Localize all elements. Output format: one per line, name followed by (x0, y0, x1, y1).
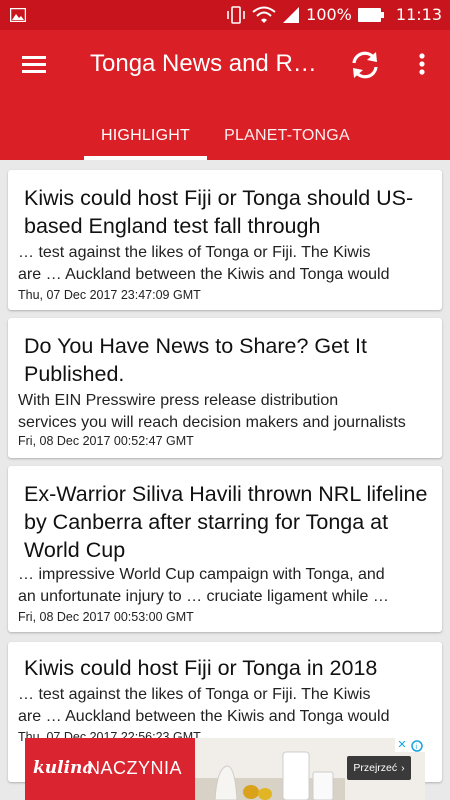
tab-bar: HIGHLIGHT PLANET-TONGA (0, 112, 450, 160)
status-bar: 100% 11:13 (0, 0, 450, 30)
tab-indicator (84, 156, 207, 160)
more-vert-icon (419, 53, 425, 75)
ad-product-image (195, 751, 345, 800)
article-date: Fri, 08 Dec 2017 00:53:00 GMT (18, 610, 194, 624)
vibrate-icon (227, 5, 245, 24)
article-summary: With EIN Presswire press release distrib… (18, 392, 406, 431)
signal-icon (283, 6, 300, 23)
refresh-button[interactable] (348, 48, 382, 82)
menu-button[interactable] (20, 52, 50, 78)
ad-cta-label: Przejrzeć (353, 762, 398, 774)
article-date: Thu, 07 Dec 2017 23:47:09 GMT (18, 288, 201, 302)
ad-cta-button[interactable]: Przejrzeć › (347, 756, 411, 780)
app-title: Tonga News and Radio (90, 50, 330, 77)
menu-icon (22, 56, 46, 73)
ad-banner[interactable]: kulina NACZYNIA Przejrzeć › i ✕ (25, 738, 425, 800)
image-icon (10, 8, 26, 22)
refresh-icon (352, 51, 378, 79)
article-card[interactable]: Do You Have News to Share? Get It Publis… (8, 318, 442, 458)
ad-choices-icon[interactable]: i (409, 738, 425, 752)
article-date: Fri, 08 Dec 2017 00:52:47 GMT (18, 434, 194, 448)
ad-close-icon[interactable]: ✕ (395, 738, 409, 752)
article-title: Kiwis could host Fiji or Tonga in 2018 (24, 656, 378, 680)
wifi-icon (252, 6, 276, 23)
ad-brand-logo: kulina (33, 758, 94, 778)
tab-planet-tonga[interactable]: PLANET-TONGA (212, 112, 362, 160)
tab-highlight[interactable]: HIGHLIGHT (84, 112, 207, 160)
article-card[interactable]: Ex-Warrior Siliva Havili thrown NRL life… (8, 466, 442, 632)
battery-percent: 100% (306, 5, 352, 24)
article-title: Do You Have News to Share? Get It Publis… (24, 334, 368, 386)
article-summary: … test against the likes of Tonga or Fij… (18, 244, 390, 283)
chevron-right-icon: › (401, 762, 405, 774)
battery-icon (357, 7, 384, 22)
article-card[interactable]: Kiwis could host Fiji or Tonga should US… (8, 170, 442, 310)
article-summary: … test against the likes of Tonga or Fij… (18, 686, 390, 725)
svg-text:i: i (415, 743, 417, 751)
more-options-button[interactable] (412, 50, 432, 80)
clock: 11:13 (395, 5, 442, 24)
app-bar: Tonga News and Radio HIGHLIGHT PLANET-TO… (0, 30, 450, 160)
article-title: Ex-Warrior Siliva Havili thrown NRL life… (24, 482, 428, 562)
ad-category: NACZYNIA (87, 758, 183, 778)
article-title: Kiwis could host Fiji or Tonga should US… (24, 186, 414, 238)
article-summary: … impressive World Cup campaign with Ton… (18, 566, 389, 605)
